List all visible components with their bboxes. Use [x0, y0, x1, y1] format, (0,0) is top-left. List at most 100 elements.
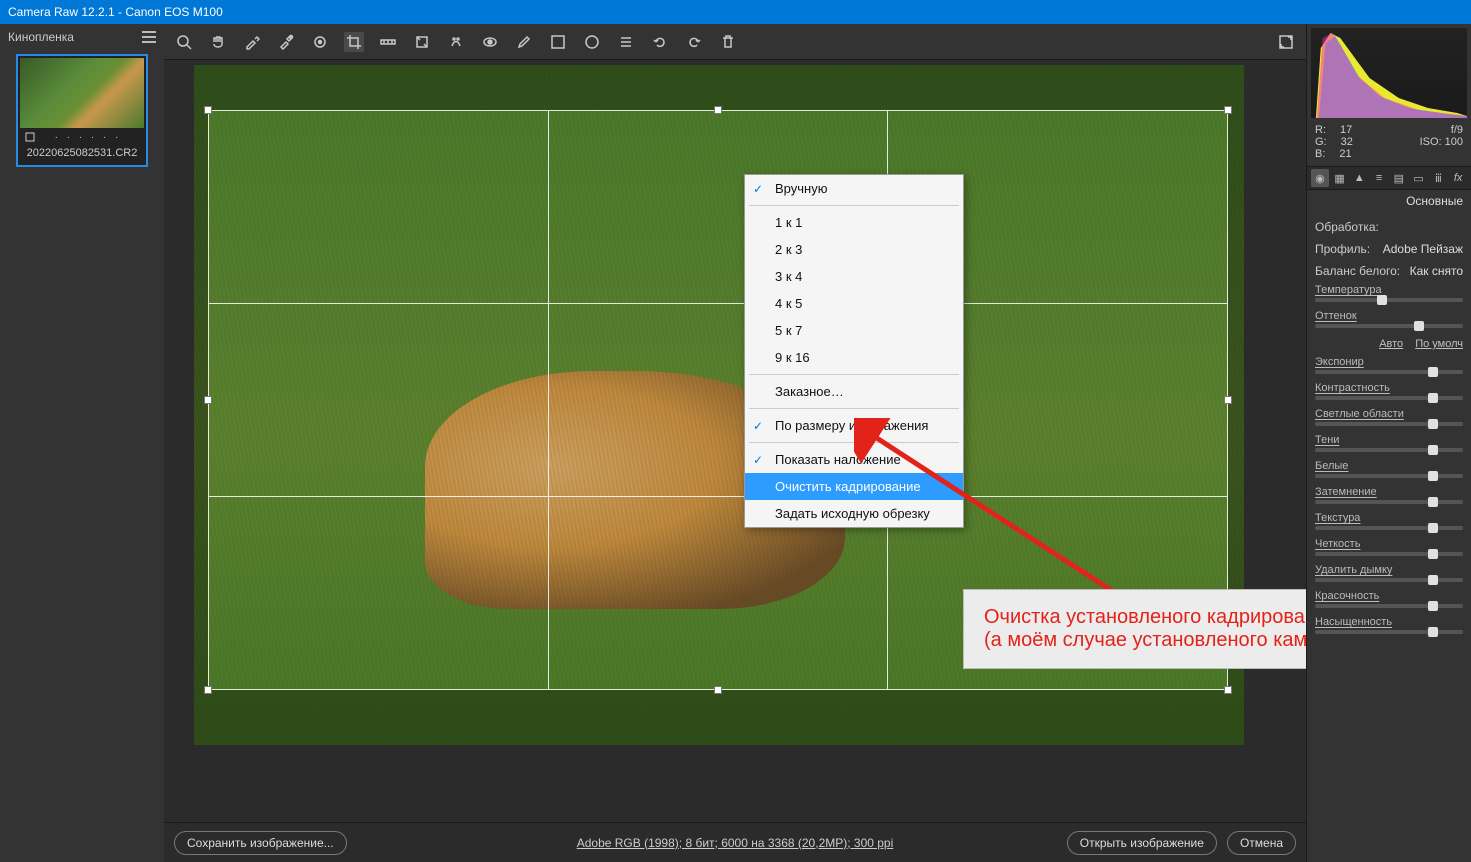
- spot-removal-icon[interactable]: [446, 32, 466, 52]
- slider-label: Экспонир: [1315, 356, 1463, 368]
- ctx-item-ratio-9-16[interactable]: 9 к 16: [745, 344, 963, 371]
- slider-Температура[interactable]: Температура: [1307, 282, 1471, 308]
- slider-Тени[interactable]: Тени: [1307, 432, 1471, 458]
- annotation-text-1: Очистка установленого кадрирования: [984, 606, 1306, 629]
- save-image-button[interactable]: Сохранить изображение...: [174, 831, 347, 855]
- ctx-item-ratio-4-5[interactable]: 4 к 5: [745, 290, 963, 317]
- slider-label: Красочность: [1315, 590, 1463, 602]
- slider-label: Белые: [1315, 460, 1463, 472]
- slider-label: Температура: [1315, 284, 1463, 296]
- color-sampler-icon[interactable]: [276, 32, 296, 52]
- target-adjust-icon[interactable]: [310, 32, 330, 52]
- ctx-item-overlay[interactable]: Показать наложение: [745, 446, 963, 473]
- ctx-item-clear-crop[interactable]: Очистить кадрирование: [745, 473, 963, 500]
- rotate-cw-icon[interactable]: [684, 32, 704, 52]
- crop-handle[interactable]: [714, 106, 722, 114]
- cancel-button[interactable]: Отмена: [1227, 831, 1296, 855]
- crop-tool-icon[interactable]: [344, 32, 364, 52]
- slider-Красочность[interactable]: Красочность: [1307, 588, 1471, 614]
- ctx-item-custom[interactable]: Заказное…: [745, 378, 963, 405]
- slider-Светлые области[interactable]: Светлые области: [1307, 406, 1471, 432]
- list-icon[interactable]: [616, 32, 636, 52]
- filmstrip-panel: Кинопленка · · · · · · 20220625082531.CR…: [0, 24, 164, 862]
- grad-filter-icon[interactable]: [548, 32, 568, 52]
- slider-label: Текстура: [1315, 512, 1463, 524]
- thumbnail-rating-dots: · · · · · ·: [55, 132, 122, 143]
- profile-value[interactable]: Adobe Пейзаж: [1383, 242, 1463, 256]
- ctx-item-set-original[interactable]: Задать исходную обрезку: [745, 500, 963, 527]
- crop-handle[interactable]: [204, 396, 212, 404]
- treatment-label: Обработка:: [1315, 220, 1379, 234]
- exif-readout: f/9 ISO: 100: [1420, 124, 1463, 160]
- slider-Экспонир[interactable]: Экспонир: [1307, 354, 1471, 380]
- crop-handle[interactable]: [714, 686, 722, 694]
- panel-section-title: Основные: [1307, 190, 1471, 216]
- crop-handle[interactable]: [1224, 686, 1232, 694]
- slider-label: Контрастность: [1315, 382, 1463, 394]
- ctx-item-ratio-2-3[interactable]: 2 к 3: [745, 236, 963, 263]
- ctx-item-ratio-3-4[interactable]: 3 к 4: [745, 263, 963, 290]
- open-image-button[interactable]: Открыть изображение: [1067, 831, 1217, 855]
- wb-value[interactable]: Как снято: [1410, 264, 1463, 278]
- toolbar: [164, 24, 1306, 60]
- tab-split-icon[interactable]: ▤: [1390, 169, 1408, 187]
- slider-Насыщенность[interactable]: Насыщенность: [1307, 614, 1471, 640]
- slider-label: Оттенок: [1315, 310, 1463, 322]
- slider-Четкость[interactable]: Четкость: [1307, 536, 1471, 562]
- fullscreen-icon[interactable]: [1276, 32, 1296, 52]
- tab-curve-icon[interactable]: ▦: [1331, 169, 1349, 187]
- slider-label: Четкость: [1315, 538, 1463, 550]
- slider-Контрастность[interactable]: Контрастность: [1307, 380, 1471, 406]
- default-link[interactable]: По умолч: [1415, 338, 1463, 350]
- redeye-icon[interactable]: [480, 32, 500, 52]
- tab-fx-icon[interactable]: ⅲ: [1430, 169, 1448, 187]
- canvas[interactable]: Вручную 1 к 1 2 к 3 3 к 4 4 к 5 5 к 7 9 …: [164, 60, 1306, 834]
- workflow-options-link[interactable]: Adobe RGB (1998); 8 бит; 6000 на 3368 (2…: [577, 836, 894, 850]
- zoom-tool-icon[interactable]: [174, 32, 194, 52]
- footer: Сохранить изображение... Adobe RGB (1998…: [164, 822, 1306, 862]
- thumbnail-image: [20, 58, 144, 128]
- slider-label: Светлые области: [1315, 408, 1463, 420]
- auto-link[interactable]: Авто: [1379, 338, 1403, 350]
- ctx-item-by-size[interactable]: По размеру изображения: [745, 412, 963, 439]
- tab-detail-icon[interactable]: ▲: [1351, 169, 1369, 187]
- crop-handle[interactable]: [1224, 106, 1232, 114]
- histogram[interactable]: [1311, 28, 1467, 118]
- slider-label: Насыщенность: [1315, 616, 1463, 628]
- tab-lens-icon[interactable]: ▭: [1410, 169, 1428, 187]
- filmstrip-thumbnail[interactable]: · · · · · · 20220625082531.CR2: [16, 54, 148, 167]
- radial-filter-icon[interactable]: [582, 32, 602, 52]
- crop-context-menu: Вручную 1 к 1 2 к 3 3 к 4 4 к 5 5 к 7 9 …: [744, 174, 964, 528]
- annotation-text-2: (а моём случае установленого камерой): [984, 629, 1306, 652]
- crop-badge-icon: [24, 131, 36, 143]
- trash-icon[interactable]: [718, 32, 738, 52]
- profile-label: Профиль:: [1315, 242, 1370, 256]
- crop-handle[interactable]: [204, 106, 212, 114]
- rgb-readout: R:17 G:32 B:21: [1315, 124, 1353, 160]
- ctx-item-manual[interactable]: Вручную: [745, 175, 963, 202]
- tab-fx2-icon[interactable]: fx: [1449, 169, 1467, 187]
- ctx-item-ratio-1-1[interactable]: 1 к 1: [745, 209, 963, 236]
- tab-basic-icon[interactable]: ◉: [1311, 169, 1329, 187]
- crop-handle[interactable]: [204, 686, 212, 694]
- slider-label: Затемнение: [1315, 486, 1463, 498]
- transform-icon[interactable]: [412, 32, 432, 52]
- eyedropper-icon[interactable]: [242, 32, 262, 52]
- right-panel: R:17 G:32 B:21 f/9 ISO: 100 ◉ ▦ ▲ ≡ ▤ ▭ …: [1306, 24, 1471, 862]
- slider-Оттенок[interactable]: Оттенок: [1307, 308, 1471, 334]
- slider-Белые[interactable]: Белые: [1307, 458, 1471, 484]
- crop-handle[interactable]: [1224, 396, 1232, 404]
- hand-tool-icon[interactable]: [208, 32, 228, 52]
- rotate-ccw-icon[interactable]: [650, 32, 670, 52]
- ctx-item-ratio-5-7[interactable]: 5 к 7: [745, 317, 963, 344]
- filmstrip-title: Кинопленка: [8, 30, 74, 44]
- tab-hsl-icon[interactable]: ≡: [1370, 169, 1388, 187]
- filmstrip-menu-icon[interactable]: [142, 31, 156, 43]
- slider-label: Удалить дымку: [1315, 564, 1463, 576]
- slider-Текстура[interactable]: Текстура: [1307, 510, 1471, 536]
- brush-icon[interactable]: [514, 32, 534, 52]
- straighten-icon[interactable]: [378, 32, 398, 52]
- thumbnail-filename: 20220625082531.CR2: [20, 147, 144, 163]
- slider-Удалить дымку[interactable]: Удалить дымку: [1307, 562, 1471, 588]
- slider-Затемнение[interactable]: Затемнение: [1307, 484, 1471, 510]
